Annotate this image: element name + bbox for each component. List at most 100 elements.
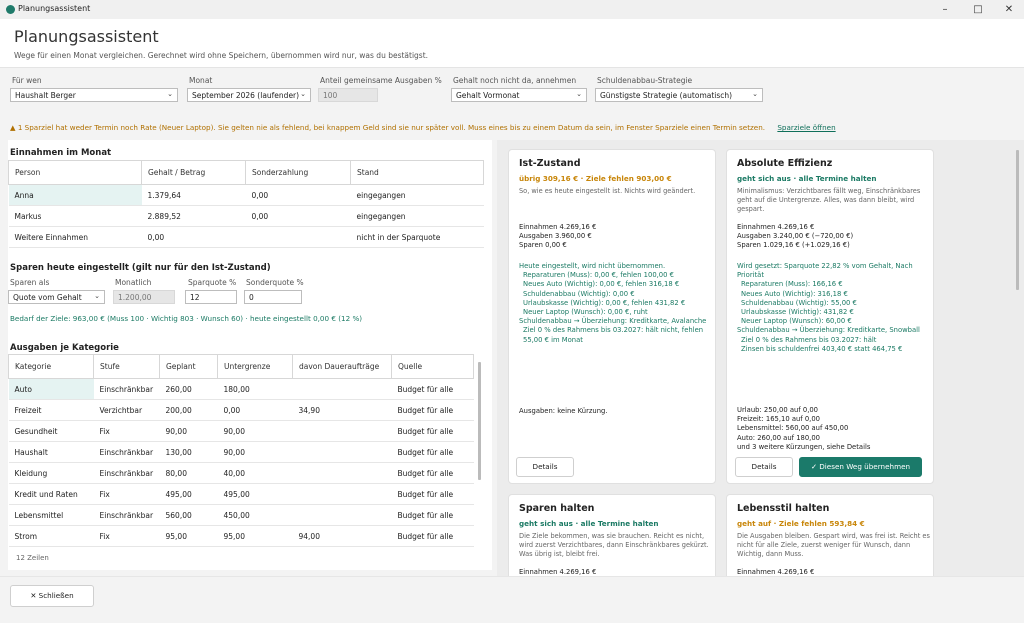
income-header-person[interactable]: Person [8,160,142,185]
maximize-button[interactable]: □ [963,2,993,17]
income-header-stand[interactable]: Stand [350,160,484,185]
table-row[interactable]: Kredit und Raten Fix 495,00 495,00 Budget fü… [8,483,474,505]
schulden-value: Günstigste Strategie (automatisch) [600,91,733,100]
table-row[interactable]: Lebensmittel Einschränkbar 560,00 450,00 Bud… [8,504,474,526]
income-cell[interactable]: 2.889,52 [141,205,246,227]
expenses-scrollbar[interactable] [478,362,481,480]
monat-select[interactable]: September 2026 (laufender) ⌄ [187,88,311,102]
table-row[interactable]: Anna 1.379,64 0,00 eingegangen [8,184,484,206]
expense-cell: Kleidung [8,462,94,484]
exp-header-stufe[interactable]: Stufe [93,354,160,379]
chevron-down-icon: ⌄ [167,90,173,98]
card-number-line: Einnahmen 4.269,16 € [737,568,815,576]
expense-cell[interactable]: 95,00 [159,525,218,547]
table-row[interactable]: Strom Fix 95,00 95,00 94,00 Budget für alle [8,525,474,547]
expenses-table: Kategorie Stufe Geplant Untergrenze davo… [8,354,474,547]
expense-cell[interactable]: 495,00 [217,483,293,505]
exp-header-untergrenze[interactable]: Untergrenze [217,354,293,379]
income-cell[interactable]: 0,00 [245,184,351,206]
income-cell[interactable]: 1.379,64 [141,184,246,206]
table-row[interactable]: Kleidung Einschränkbar 80,00 40,00 Budget fü… [8,462,474,484]
expense-cell: Einschränkbar [93,378,160,400]
apply-way-button[interactable]: ✓ Diesen Weg übernehmen [799,457,922,477]
card-detail-line: Neues Auto (Wichtig): 316,18 € [741,289,848,298]
expenses-title: Ausgaben je Kategorie [10,343,119,353]
check-icon: ✓ [810,462,817,471]
fuer-wen-select[interactable]: Haushalt Berger ⌄ [10,88,178,102]
income-cell[interactable] [245,226,351,248]
expense-cell[interactable]: 260,00 [159,378,218,400]
scenario-card-lebensstil: Lebensstil halten geht auf · Ziele fehle… [726,494,934,576]
schulden-select[interactable]: Günstigste Strategie (automatisch) ⌄ [595,88,763,102]
card-numbers: Einnahmen 4.269,16 € Ausgaben 3.240,00 €… [737,223,933,251]
anteil-label: Anteil gemeinsame Ausgaben % [320,76,442,85]
expense-cell[interactable]: 90,00 [217,420,293,442]
expense-cell[interactable]: 200,00 [159,399,218,421]
expense-cell[interactable]: 40,00 [217,462,293,484]
table-row[interactable]: Auto Einschränkbar 260,00 180,00 Budget für … [8,378,474,400]
details-button[interactable]: Details [735,457,793,477]
card-detail-line: 55,00 € im Monat [523,335,583,344]
exp-header-dauerauftraege[interactable]: davon Daueraufträge [292,354,392,379]
sparen-als-label: Sparen als [10,278,50,287]
exp-header-geplant[interactable]: Geplant [159,354,218,379]
card-cut-line: Auto: 260,00 auf 180,00 [737,433,820,442]
expense-cell[interactable]: 495,00 [159,483,218,505]
card-number-line: Ausgaben 3.960,00 € [519,232,592,241]
income-cell: eingegangen [350,205,484,227]
close-window-button[interactable]: ✕ [994,2,1024,17]
scenario-scrollbar[interactable] [1016,150,1019,290]
expense-cell[interactable]: 0,00 [217,399,293,421]
expense-cell[interactable]: 560,00 [159,504,218,526]
table-row[interactable]: Markus 2.889,52 0,00 eingegangen [8,205,484,227]
expense-cell[interactable]: 130,00 [159,441,218,463]
sparziele-link[interactable]: Sparziele öffnen [777,123,835,132]
card-cut-line: und 3 weitere Kürzungen, siehe Details [737,442,871,451]
table-row[interactable]: Gesundheit Fix 90,00 90,00 Budget für alle [8,420,474,442]
table-row[interactable]: Haushalt Einschränkbar 130,00 90,00 Budget f… [8,441,474,463]
sparen-als-select[interactable]: Quote vom Gehalt ⌄ [8,290,105,304]
card-number-line: Sparen 1.029,16 € (+1.029,16 €) [737,241,850,250]
income-header-sonder[interactable]: Sonderzahlung [245,160,351,185]
income-cell[interactable]: 0,00 [141,226,246,248]
expense-cell[interactable]: 80,00 [159,462,218,484]
expense-cell[interactable]: 450,00 [217,504,293,526]
footer: ✕ Schließen [0,576,1024,623]
expense-cell: Budget für alle [391,483,474,505]
card-cut-line: Freizeit: 165,10 auf 0,00 [737,415,820,424]
expense-cell[interactable]: 90,00 [159,420,218,442]
card-title: Sparen halten [519,503,595,514]
expense-cell[interactable]: 180,00 [217,378,293,400]
expense-cell: Fix [93,525,160,547]
expense-cell: Budget für alle [391,462,474,484]
table-row[interactable]: Weitere Einnahmen 0,00 nicht in der Spar… [8,226,484,248]
exp-header-quelle[interactable]: Quelle [391,354,474,379]
exp-header-kategorie[interactable]: Kategorie [8,354,94,379]
sparquote-input[interactable]: 12 [185,290,237,304]
card-number-line: Einnahmen 4.269,16 € [519,223,597,231]
income-header-gehalt[interactable]: Gehalt / Betrag [141,160,246,185]
table-row[interactable]: Freizeit Verzichtbar 200,00 0,00 34,90 Budget… [8,399,474,421]
warning-banner: ▲ 1 Sparziel hat weder Termin noch Rate … [10,123,836,132]
close-icon: ✕ [30,591,37,600]
monatlich-label: Monatlich [115,278,152,287]
gehalt-select[interactable]: Gehalt Vormonat ⌄ [451,88,587,102]
card-status: geht auf · Ziele fehlen 593,84 € [737,519,865,528]
details-button[interactable]: Details [516,457,574,477]
sonderquote-input[interactable]: 0 [244,290,302,304]
expense-cell[interactable]: 90,00 [217,441,293,463]
card-detail-line: Urlaubskasse (Wichtig): 0,00 €, fehlen 4… [523,298,686,307]
expense-cell: Lebensmittel [8,504,94,526]
anteil-input[interactable]: 100 [318,88,378,102]
minimize-button[interactable]: – [930,2,960,17]
card-detail-line: Schuldenabbau → Überziehung: Kreditkarte… [519,317,707,326]
fuer-wen-label: Für wen [12,76,42,85]
card-number-line: Sparen 0,00 € [519,241,567,250]
monatlich-input[interactable]: 1.200,00 [113,290,175,304]
card-cut-line: Lebensmittel: 560,00 auf 450,00 [737,424,849,433]
expense-cell[interactable]: 95,00 [217,525,293,547]
income-cell[interactable]: 0,00 [245,205,351,227]
expense-cell: Einschränkbar [93,462,160,484]
close-button[interactable]: ✕ Schließen [10,585,94,607]
sonderquote-label: Sonderquote % [246,278,304,287]
